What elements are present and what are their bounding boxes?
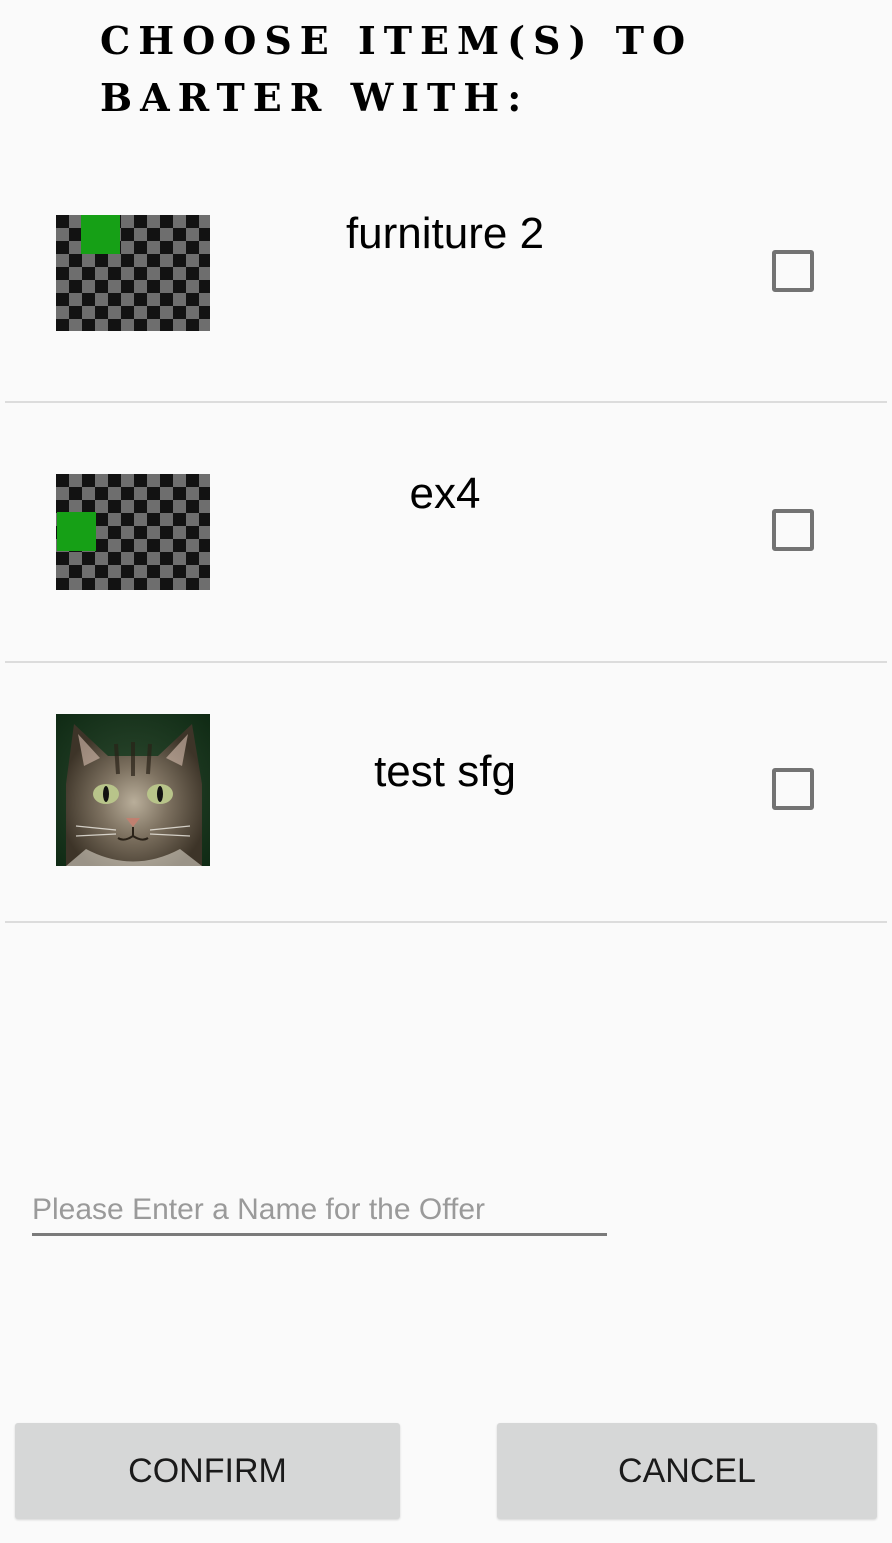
list-item: test sfg	[5, 663, 887, 923]
item-thumbnail	[56, 215, 210, 331]
cancel-button[interactable]: CANCEL	[497, 1423, 877, 1519]
confirm-button[interactable]: CONFIRM	[15, 1423, 400, 1519]
list-item: ex4	[5, 403, 887, 663]
item-name: ex4	[409, 469, 481, 518]
item-checkbox[interactable]	[772, 768, 814, 810]
item-name: test sfg	[374, 747, 516, 796]
cat-photo	[56, 714, 210, 866]
list-item: furniture 2	[5, 145, 887, 403]
page-title: Choose Item(s) to Barter With:	[100, 18, 694, 120]
placeholder-image-icon	[81, 215, 120, 254]
item-thumbnail	[56, 714, 210, 866]
placeholder-image-icon	[57, 512, 96, 551]
item-name: furniture 2	[345, 209, 545, 258]
item-checkbox[interactable]	[772, 250, 814, 292]
item-checkbox[interactable]	[772, 509, 814, 551]
item-thumbnail	[56, 474, 210, 590]
offer-name-input[interactable]	[32, 1186, 607, 1236]
item-list: furniture 2 ex4 test sfg	[0, 145, 892, 923]
